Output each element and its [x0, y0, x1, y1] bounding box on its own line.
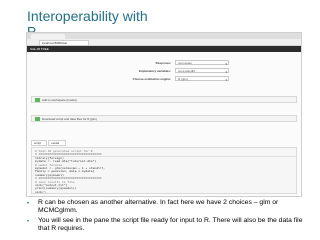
url-text: localhost:8080/stat	[42, 41, 68, 45]
chevron-down-icon: ▾	[225, 62, 227, 66]
select-value: cons,standlrt	[178, 69, 196, 73]
form-label: Choose estimation engine:	[132, 77, 171, 81]
form-row-response: Response: normexam ▾	[87, 60, 257, 66]
bullet-icon: •	[27, 219, 30, 225]
tab-model[interactable]: model	[48, 140, 66, 146]
explanatory-select[interactable]: cons,standlrt ▾	[175, 68, 229, 74]
chevron-down-icon: ▾	[225, 78, 227, 82]
form-label: Explanatory variables:	[138, 69, 171, 73]
bullet-icon: •	[27, 201, 30, 207]
select-value: normexam	[178, 61, 193, 65]
command-text: Add to workspace [model]	[42, 98, 77, 102]
form-label: Response:	[155, 61, 171, 65]
form-row-explanatory: Explanatory variables: cons,standlrt ▾	[87, 68, 257, 74]
chevron-down-icon: ▾	[225, 70, 227, 74]
engine-select[interactable]: R (glm) ▾	[175, 76, 229, 82]
bullet-text: You will see in the pane the script file…	[38, 217, 303, 232]
script-line: sink()	[35, 190, 46, 194]
response-select[interactable]: normexam ▾	[175, 60, 229, 66]
download-script-bar[interactable]: Download script and data files for R [gl…	[31, 115, 297, 122]
app-navbar: Stat-JR TREE	[27, 46, 301, 52]
plus-icon[interactable]	[35, 117, 40, 121]
tab-script[interactable]: script	[31, 140, 47, 146]
app-brand[interactable]: Stat-JR TREE	[30, 47, 49, 51]
select-value: R (glm)	[178, 77, 188, 81]
command-text: Download script and data files for R [gl…	[42, 117, 97, 121]
slide-title-text: Interoperability with	[27, 8, 148, 24]
address-bar: localhost:8080/stat	[27, 39, 301, 46]
bullet-text: R can be chosen as another alternative. …	[38, 199, 279, 214]
embedded-screenshot: localhost:8080/stat Stat-JR TREE Respons…	[26, 32, 302, 197]
form-row-engine: Choose estimation engine: R (glm) ▾	[87, 76, 257, 82]
editor-tabs: script model	[31, 140, 131, 146]
script-editor-pane[interactable]: # Stat-JR generated script for R # ######…	[31, 147, 297, 194]
plus-icon[interactable]	[35, 98, 40, 102]
add-workspace-bar[interactable]: Add to workspace [model]	[31, 96, 297, 103]
